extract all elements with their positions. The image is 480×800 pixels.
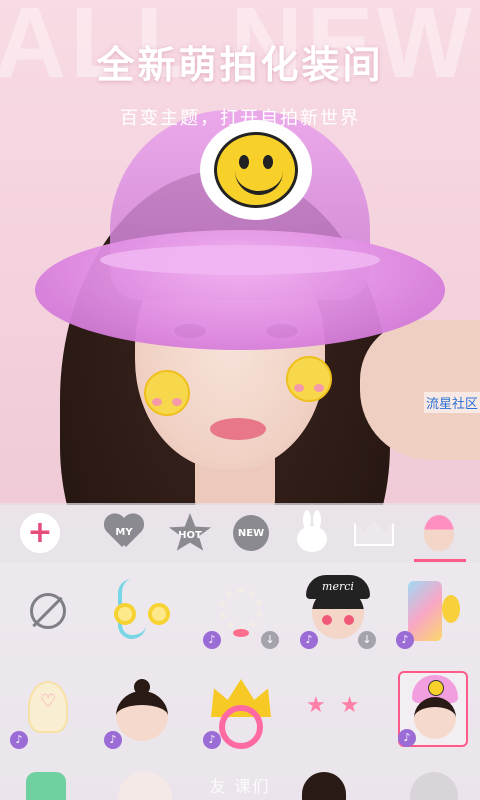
sticker-pearl-lips[interactable]: ♪ ↓ [203,575,279,649]
music-note-icon: ♪ [203,631,221,649]
category-label-hot: HOT [178,529,202,541]
category-tab-new[interactable]: NEW [232,511,270,555]
smiley-face-icon [214,132,298,208]
merci-cap-icon: merci [306,575,370,599]
cheek-smiley-left-sticker [144,370,190,416]
glasses-right-ring [148,603,170,625]
category-tab-crown[interactable] [352,511,396,555]
glasses-left-ring [114,603,136,625]
sticker-smiley-hat-girl-selected[interactable]: ♪ [398,671,468,747]
sticker-pink-stars[interactable]: ★★ [302,675,374,747]
sticker-snorkel-glasses[interactable] [106,575,178,647]
music-note-icon: ♪ [203,731,221,749]
pink-ring-icon [219,705,263,749]
smiley-mouth [235,169,283,195]
bottom-overlay-text: 友 课们 [209,777,271,796]
active-category-indicator [414,559,466,562]
pearl-necklace-icon [219,587,263,631]
music-note-icon: ♪ [398,729,416,747]
smiley-hat-girl-icon [408,675,462,741]
download-icon[interactable]: ↓ [358,631,376,649]
mini-girl-face [414,697,456,739]
lips-icon [233,629,249,637]
girl-avatar-icon [424,515,454,551]
pineapple-glasses-icon [114,603,170,625]
hat-band [100,245,380,275]
music-note-icon: ♪ [10,731,28,749]
cap-girl-glasses [322,615,354,625]
sticker-heart-bulb[interactable]: ♪ [10,675,84,749]
star-icon: HOT [168,513,212,551]
heart-icon: MY [104,515,144,551]
category-label-new: NEW [237,527,265,539]
lightbulb-heart-icon [28,681,68,733]
no-sticker-icon [30,593,66,629]
sticker-grid: ♪ ↓ merci ♪ ↓ ♪ ♪ ♪ ♪ ★★ [0,563,480,800]
pink-stars-icon: ★★ [306,693,374,718]
sticker-none[interactable] [12,575,84,647]
bunny-icon [297,510,327,552]
category-tab-my[interactable]: MY [100,511,148,555]
crown-icon [354,520,394,546]
bun-girl-face [116,691,168,741]
sticker-category-bar: + MY HOT NEW [0,503,480,563]
new-circle-icon: NEW [233,515,269,551]
sticker-bun-girl[interactable]: ♪ [104,675,178,749]
smiley-badge [200,120,312,220]
music-note-icon: ♪ [396,631,414,649]
category-tab-hot[interactable]: HOT [168,511,212,555]
phone-sticker-collage-icon [408,581,442,641]
download-icon[interactable]: ↓ [261,631,279,649]
cheek-smiley-right-sticker [286,356,332,402]
category-tab-bunny[interactable] [296,510,328,555]
promo-subline: 百变主题，打开自拍新世界 [120,108,360,129]
add-sticker-button[interactable]: + [20,513,60,553]
category-label-my: MY [115,527,133,538]
watermark-text: 流星社区 [423,392,480,413]
music-note-icon: ♪ [104,731,122,749]
music-note-icon: ♪ [300,631,318,649]
pineapple-icon [442,595,460,623]
sticker-merci-cap[interactable]: merci ♪ ↓ [300,575,376,649]
promo-headline: 全新萌拍化装间 [96,43,384,87]
bun-girl-icon [114,679,170,741]
model-lips [210,418,266,440]
category-tab-girl[interactable] [420,511,458,555]
sticker-phone-collage[interactable]: ♪ [396,575,470,649]
sticker-gold-crown[interactable]: ♪ [203,675,277,749]
